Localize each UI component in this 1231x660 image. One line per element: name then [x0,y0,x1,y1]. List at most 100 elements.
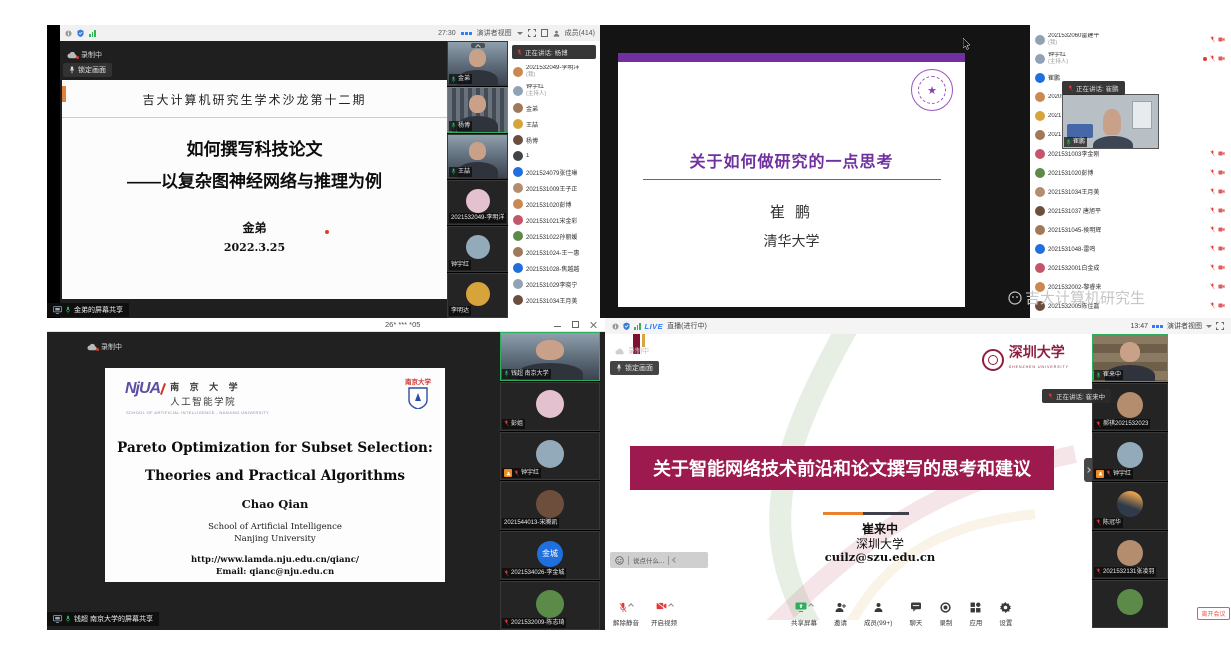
video-tile[interactable]: 2021532131张凌羽 [1092,531,1168,579]
member-row[interactable]: 1 [508,148,600,164]
mic-off-icon[interactable] [1210,207,1215,214]
video-tile[interactable]: 王喆 [447,134,508,179]
video-tile[interactable]: 2021532009-陈志琦 [500,581,600,630]
chevron-up-icon[interactable] [808,603,814,609]
member-row[interactable]: 2021531034王月美 [508,292,600,308]
video-tile[interactable]: 陈冠华 [1092,482,1168,530]
member-row[interactable]: 2021531021宋金彩 [508,212,600,228]
share-screen-button[interactable]: 共享屏幕 [791,602,817,627]
member-row[interactable]: 金弟 [508,100,600,116]
start-video-button[interactable]: 开启视频 [651,602,677,627]
maximize-icon[interactable] [572,321,579,328]
panel-collapse-handle[interactable] [1084,458,1092,482]
shield-icon[interactable] [623,322,630,330]
camera-off-icon[interactable] [1218,246,1225,251]
member-row[interactable]: 崔鹏 [1030,68,1231,87]
video-tile-speaking[interactable]: 钱超 南京大学 [500,332,600,381]
popout-icon[interactable] [541,29,548,37]
member-row[interactable]: 2021531009王子正 [508,180,600,196]
chevron-up-icon[interactable] [628,603,634,609]
chevron-up-icon[interactable] [668,603,674,609]
lock-view-button[interactable]: 锁定画面 [610,361,659,375]
mic-off-icon[interactable] [1210,150,1215,157]
chevron-down-icon[interactable] [1206,325,1212,328]
mic-off-icon[interactable] [1210,226,1215,233]
quick-chat-bar[interactable]: 说点什么... [610,552,708,568]
video-tile[interactable]: 钟宇红 [447,226,508,271]
camera-off-icon[interactable] [1218,170,1225,175]
mic-off-icon[interactable] [1210,283,1215,290]
member-row[interactable]: 2021531020彭博 [1030,163,1231,182]
view-mode-select[interactable]: 演讲者视图 [477,28,512,38]
invite-button[interactable]: 邀请 [834,602,847,627]
fullscreen-icon[interactable] [528,29,536,37]
view-mode-select[interactable]: 演讲者视图 [1167,321,1202,331]
speaker-video-window[interactable]: 崔鹏 [1062,94,1159,149]
video-tile[interactable]: 2021532049-李明洋 [447,180,508,225]
chat-input-placeholder[interactable]: 说点什么... [633,555,664,565]
lock-view-button[interactable]: 锁定画面 [63,63,112,77]
member-row[interactable]: 2021531048-雷鸣 [1030,239,1231,258]
fullscreen-icon[interactable] [1216,322,1224,330]
settings-button[interactable]: 设置 [999,602,1012,627]
camera-off-icon[interactable] [1218,189,1225,194]
camera-off-icon[interactable] [1218,151,1225,156]
signal-icon[interactable] [89,30,96,37]
member-row[interactable]: 2021531022孙丽媛 [508,228,600,244]
video-tile[interactable] [1092,580,1168,628]
member-row[interactable]: 2021531020彭博 [508,196,600,212]
member-row[interactable]: 2021532049-李明洋(我) [508,62,600,81]
mic-off-icon[interactable] [1210,169,1215,176]
member-row[interactable]: 2021531045-侯明辉 [1030,220,1231,239]
chevron-down-icon[interactable] [517,32,523,35]
member-row[interactable]: 2021524079张佳琳 [508,164,600,180]
member-row[interactable]: 2021532060雷建平(我) [1030,30,1231,49]
video-tile[interactable]: 金城 2021534026-李金城 [500,531,600,580]
members-count-label[interactable]: 成员(414) [565,28,595,38]
video-tile[interactable]: 2021544013-宋腾凯 [500,481,600,530]
camera-off-icon[interactable] [1218,265,1225,270]
video-tile[interactable]: 彭姐 [500,382,600,431]
info-icon[interactable] [65,30,72,37]
chat-button[interactable]: 聊天 [909,602,922,627]
collapse-left-icon[interactable] [673,557,679,563]
mic-off-icon[interactable] [1210,36,1215,43]
emoji-icon[interactable] [615,556,624,565]
video-tile-speaking[interactable]: 杨博 [447,87,508,132]
camera-off-icon[interactable] [1218,303,1225,308]
video-tile-speaking[interactable]: 崔来中 [1092,334,1168,382]
member-row[interactable]: 2021531037 唐旭平 [1030,201,1231,220]
member-row[interactable]: 2021532001白金成 [1030,258,1231,277]
mic-off-icon[interactable] [1210,245,1215,252]
members-button[interactable]: 成员(99+) [864,602,892,627]
record-button[interactable]: 录制 [939,602,952,627]
camera-off-icon[interactable] [1218,227,1225,232]
bl-titlebar[interactable]: 26* *** *05 [47,318,605,332]
minimize-icon[interactable] [554,321,561,328]
leave-meeting-button[interactable]: 离开会议 [1197,607,1230,620]
close-icon[interactable] [590,321,597,328]
collapse-strip-icon[interactable] [471,43,485,48]
camera-off-icon[interactable] [1218,284,1225,289]
member-row[interactable]: 杨博 [508,132,600,148]
member-row[interactable]: 2021531024-王一惠 [508,244,600,260]
camera-off-icon[interactable] [1218,208,1225,213]
camera-off-icon[interactable] [1218,37,1225,42]
video-tile[interactable]: 钟宇红 [500,432,600,481]
signal-icon[interactable] [634,323,641,330]
video-tile[interactable]: 钟宇红 [1092,432,1168,480]
mic-off-icon[interactable] [1210,264,1215,271]
apps-button[interactable]: 应用 [969,602,982,627]
mic-off-icon[interactable] [1210,55,1215,62]
member-row[interactable]: 钟宇红(主持人) [1030,49,1231,68]
member-row[interactable]: 钟宇红(主持人) [508,81,600,100]
member-row[interactable]: 2021531028-焦越越 [508,260,600,276]
unmute-button[interactable]: 解除静音 [613,602,639,627]
mic-off-icon[interactable] [1210,302,1215,309]
video-tile[interactable]: 金弟 [447,41,508,86]
member-row[interactable]: 2021531029李晓宁 [508,276,600,292]
member-row[interactable]: 王喆 [508,116,600,132]
camera-off-icon[interactable] [1218,56,1225,61]
info-icon[interactable] [612,323,619,330]
shield-icon[interactable] [77,29,84,37]
